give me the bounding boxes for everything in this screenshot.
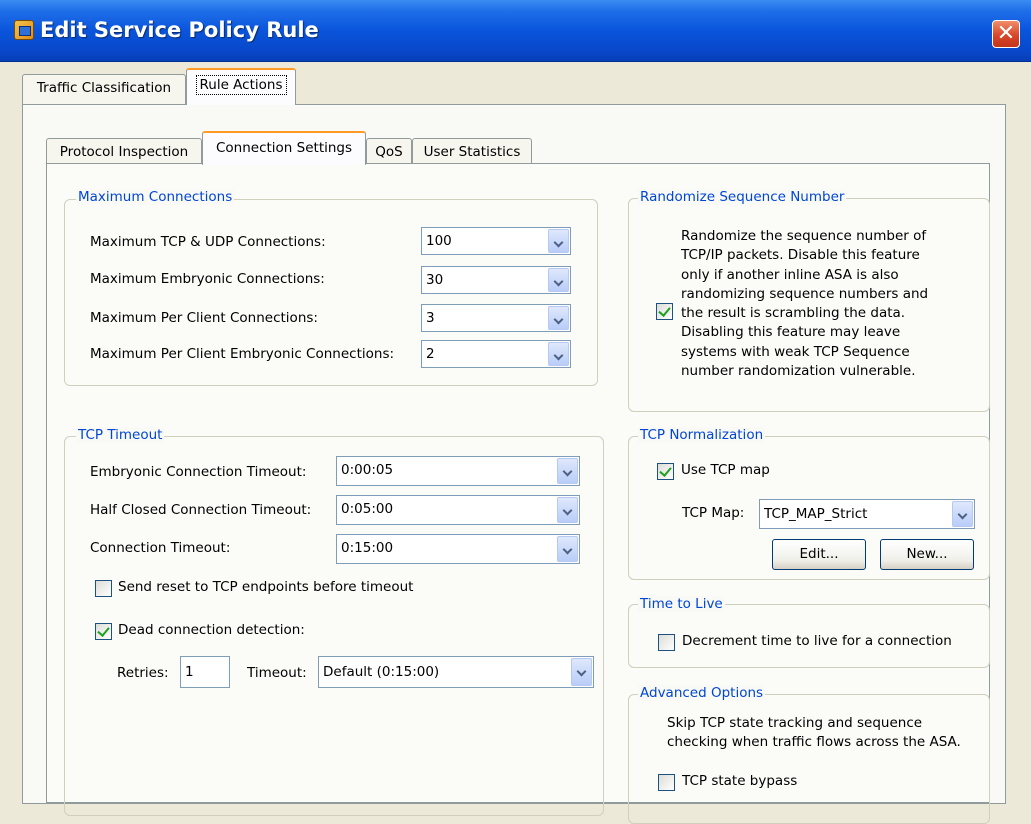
retries-label: Retries: xyxy=(117,665,169,681)
timeout-label: Timeout: xyxy=(247,665,307,681)
chevron-down-icon[interactable] xyxy=(548,268,569,292)
description-line: randomizing sequence numbers and xyxy=(681,285,929,302)
combo-value: 0:15:00 xyxy=(341,540,394,556)
tab-label: Traffic Classification xyxy=(36,80,172,96)
description-line: TCP/IP packets. Disable this feature xyxy=(681,247,920,264)
connection-timeout-combo[interactable]: 0:15:00 xyxy=(336,534,580,564)
tab-label: User Statistics xyxy=(423,144,521,160)
use-tcp-map-label: Use TCP map xyxy=(681,462,770,478)
title-bar[interactable]: Edit Service Policy Rule ✕ xyxy=(0,0,1031,62)
decrement-ttl-checkbox[interactable] xyxy=(658,634,675,651)
description-line: systems with weak TCP Sequence xyxy=(681,343,910,360)
time-to-live-legend: Time to Live xyxy=(638,596,725,612)
chevron-down-icon[interactable] xyxy=(548,229,569,253)
randomize-sequence-description: Randomize the sequence number of TCP/IP … xyxy=(681,227,928,381)
retries-input[interactable]: 1 xyxy=(180,656,230,688)
chevron-down-icon[interactable] xyxy=(557,458,578,484)
tab-traffic-classification[interactable]: Traffic Classification xyxy=(22,74,186,104)
half-closed-timeout-label: Half Closed Connection Timeout: xyxy=(90,502,312,518)
dead-detection-label: Dead connection detection: xyxy=(118,622,305,638)
tab-label: Protocol Inspection xyxy=(59,144,189,160)
combo-value: 0:00:05 xyxy=(341,462,394,478)
tcp-state-bypass-checkbox[interactable] xyxy=(658,774,675,791)
chevron-down-icon[interactable] xyxy=(952,501,973,527)
combo-value: 3 xyxy=(426,310,435,326)
description-line: Disabling this feature may leave xyxy=(681,324,901,341)
half-closed-timeout-combo[interactable]: 0:05:00 xyxy=(336,495,580,525)
tab-protocol-inspection[interactable]: Protocol Inspection xyxy=(46,138,202,164)
tab-label: QoS xyxy=(375,144,403,160)
tab-connection-settings[interactable]: Connection Settings xyxy=(202,131,366,165)
combo-value: TCP_MAP_Strict xyxy=(764,506,868,522)
tcp-timeout-legend: TCP Timeout xyxy=(76,427,165,443)
combo-value: 2 xyxy=(426,346,435,362)
embryonic-timeout-combo[interactable]: 0:00:05 xyxy=(336,456,580,486)
decrement-ttl-label: Decrement time to live for a connection xyxy=(682,633,952,649)
max-per-client-label: Maximum Per Client Connections: xyxy=(90,310,318,326)
send-reset-checkbox[interactable] xyxy=(95,580,112,597)
description-line: the result is scrambling the data. xyxy=(681,305,906,322)
window-title: Edit Service Policy Rule xyxy=(40,18,319,42)
randomize-sequence-legend: Randomize Sequence Number xyxy=(638,189,847,205)
description-line: Randomize the sequence number of xyxy=(681,228,927,244)
use-tcp-map-checkbox[interactable] xyxy=(657,463,674,480)
chevron-down-icon[interactable] xyxy=(557,497,578,523)
max-tcp-udp-label: Maximum TCP & UDP Connections: xyxy=(90,234,326,250)
max-per-client-embryonic-combo[interactable]: 2 xyxy=(421,340,571,368)
description-line: checking when traffic flows across the A… xyxy=(667,734,961,751)
tab-user-statistics[interactable]: User Statistics xyxy=(412,138,532,164)
tcp-normalization-legend: TCP Normalization xyxy=(638,427,766,443)
chevron-down-icon[interactable] xyxy=(548,306,569,330)
edit-button[interactable]: Edit... xyxy=(772,539,866,570)
app-icon xyxy=(14,20,34,40)
tcp-state-bypass-label: TCP state bypass xyxy=(682,773,798,789)
chevron-down-icon[interactable] xyxy=(557,536,578,562)
tab-label: Rule Actions xyxy=(195,75,287,95)
max-per-client-embryonic-label: Maximum Per Client Embryonic Connections… xyxy=(90,346,395,362)
combo-value: Default (0:15:00) xyxy=(323,664,440,680)
max-embryonic-label: Maximum Embryonic Connections: xyxy=(90,271,325,287)
combo-value: 100 xyxy=(426,233,452,249)
tab-rule-actions[interactable]: Rule Actions xyxy=(186,68,296,105)
randomize-sequence-checkbox[interactable] xyxy=(656,303,673,320)
max-embryonic-combo[interactable]: 30 xyxy=(421,266,571,294)
close-button[interactable]: ✕ xyxy=(992,20,1020,48)
combo-value: 30 xyxy=(426,272,444,288)
embryonic-timeout-label: Embryonic Connection Timeout: xyxy=(90,464,307,480)
tab-label: Connection Settings xyxy=(215,140,353,156)
chevron-down-icon[interactable] xyxy=(571,658,592,686)
dead-detection-timeout-combo[interactable]: Default (0:15:00) xyxy=(318,656,594,688)
send-reset-label: Send reset to TCP endpoints before timeo… xyxy=(118,579,414,595)
max-tcp-udp-combo[interactable]: 100 xyxy=(421,227,571,255)
tcp-map-combo[interactable]: TCP_MAP_Strict xyxy=(759,499,975,529)
chevron-down-icon[interactable] xyxy=(548,342,569,366)
max-per-client-combo[interactable]: 3 xyxy=(421,304,571,332)
connection-timeout-label: Connection Timeout: xyxy=(90,540,231,556)
dead-detection-checkbox[interactable] xyxy=(95,623,112,640)
tcp-map-label: TCP Map: xyxy=(682,505,745,521)
advanced-options-legend: Advanced Options xyxy=(638,685,766,701)
description-line: number randomization vulnerable. xyxy=(681,363,916,380)
description-line: Skip TCP state tracking and sequence xyxy=(667,715,923,731)
combo-value: 0:05:00 xyxy=(341,501,394,517)
advanced-options-description: Skip TCP state tracking and sequence che… xyxy=(667,714,961,753)
tab-qos[interactable]: QoS xyxy=(366,138,412,164)
maximum-connections-legend: Maximum Connections xyxy=(76,189,235,205)
new-button[interactable]: New... xyxy=(880,539,974,570)
description-line: only if another inline ASA is also xyxy=(681,266,899,283)
